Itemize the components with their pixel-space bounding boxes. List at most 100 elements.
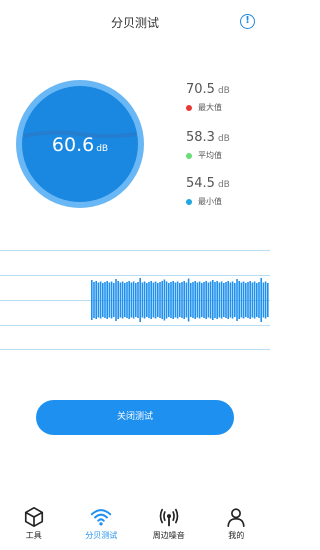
meter-unit: dB (96, 144, 109, 154)
stat-max: 70.5 dB 最大值 (186, 82, 266, 113)
info-icon[interactable]: ! (240, 14, 255, 29)
stat-avg: 58.3 dB 平均值 (186, 130, 266, 161)
waveform-bar (214, 282, 216, 318)
waveform-bar (117, 281, 119, 319)
waveform-bar (234, 283, 236, 317)
waveform-bar (141, 282, 144, 318)
waveform-bar (113, 283, 115, 317)
waveform-bar (247, 282, 249, 318)
waveform-bar (251, 282, 254, 318)
page-title: 分贝测试 (110, 16, 159, 30)
stat-value: 70.5 (186, 82, 215, 97)
stat-unit: dB (217, 180, 230, 190)
user-icon (227, 508, 245, 527)
waveform-bar (207, 282, 210, 318)
waveform-bar (106, 281, 108, 319)
tab-label: 我的 (228, 531, 245, 540)
waveform-bar (227, 281, 229, 319)
waveform-bar (146, 283, 148, 317)
waveform-bar (176, 281, 179, 319)
waveform-bar (209, 281, 212, 319)
waveform-bar (218, 282, 221, 318)
waveform-bar (161, 281, 163, 319)
waveform-bar (216, 281, 218, 319)
stat-min: 54.5 dB 最小值 (186, 176, 266, 207)
waveform-bar (190, 283, 192, 317)
blue-dot-icon (186, 198, 192, 205)
waveform-bar (225, 282, 227, 318)
waveform-bar (119, 282, 122, 318)
tab-ambient-noise[interactable]: 周边噪音 (135, 500, 203, 550)
waveform-bar (137, 282, 139, 318)
waveform-bar (223, 283, 225, 317)
waveform-panel (0, 250, 270, 350)
meter-value: 60.6 (51, 134, 95, 156)
decibel-meter: 60.6 dB (14, 68, 146, 222)
waveform-bar (99, 281, 102, 319)
stat-label: 平均值 (198, 151, 222, 160)
waveform-bar (264, 281, 267, 319)
tab-mine[interactable]: 我的 (203, 500, 271, 550)
waveform-bar (163, 279, 166, 321)
stat-label: 最小值 (198, 197, 222, 206)
waveform-bar (238, 281, 240, 319)
waveform-bar (242, 281, 245, 319)
waveform-bar (240, 282, 243, 318)
waveform-bar (148, 282, 150, 318)
waveform-bar (229, 282, 232, 318)
waveform-bar (236, 279, 238, 321)
waveform-bar (150, 281, 152, 319)
waveform-bar (212, 280, 214, 320)
waveform-bar (159, 282, 161, 318)
close-test-button[interactable]: 关闭测试 (36, 400, 234, 435)
waveform-bar (172, 281, 174, 319)
waveform-bar (198, 281, 201, 319)
tab-decibel-test[interactable]: 分贝测试 (68, 500, 136, 550)
waveform-bar (104, 282, 106, 318)
waveform-bar (262, 282, 265, 318)
waveform-bar (102, 283, 104, 317)
waveform-bar (165, 281, 168, 319)
meter-reading: 60.6 dB (14, 134, 146, 156)
waveform-bar (267, 283, 269, 317)
stat-unit: dB (217, 134, 230, 144)
waveform-bar (130, 282, 133, 318)
bottom-tab-bar: 工具 分贝测试 周边噪音 我的 (0, 500, 270, 550)
waveform-bar (95, 281, 97, 319)
waveform-bar (121, 281, 124, 319)
waveform-bar (183, 281, 185, 319)
waveform-bar (110, 281, 113, 319)
waveform-bar (126, 282, 128, 318)
waveform-bar (115, 279, 117, 321)
tab-tools[interactable]: 工具 (0, 500, 68, 550)
stat-label: 最大值 (198, 103, 222, 112)
header: 分贝测试 ! (0, 0, 270, 46)
tab-label: 工具 (25, 531, 42, 540)
waveform-bar (196, 282, 199, 318)
cube-icon (24, 507, 43, 527)
signal-icon (159, 508, 179, 527)
waveform-bar (220, 281, 223, 319)
waveform-bar (128, 281, 130, 319)
stat-unit: dB (217, 86, 230, 96)
waveform-bar (135, 283, 137, 317)
stat-value: 54.5 (186, 176, 215, 191)
tab-label: 分贝测试 (85, 531, 118, 540)
stat-value: 58.3 (186, 130, 215, 145)
waveform-bar (245, 283, 247, 317)
waveform-bar (168, 283, 170, 317)
waveform-bar (203, 282, 205, 318)
wifi-icon (91, 509, 112, 526)
waveform-bar (201, 283, 203, 317)
green-dot-icon (186, 152, 192, 159)
waveform-bar (231, 281, 234, 319)
waveform-graph (91, 278, 269, 322)
waveform-bar (154, 281, 157, 319)
waveform-bar (256, 283, 258, 317)
waveform-bar (152, 282, 155, 318)
waveform-bar (260, 278, 262, 322)
waveform-bar (192, 282, 194, 318)
waveform-bar (143, 281, 146, 319)
waveform-bar (249, 281, 251, 319)
waveform-bar (170, 282, 172, 318)
